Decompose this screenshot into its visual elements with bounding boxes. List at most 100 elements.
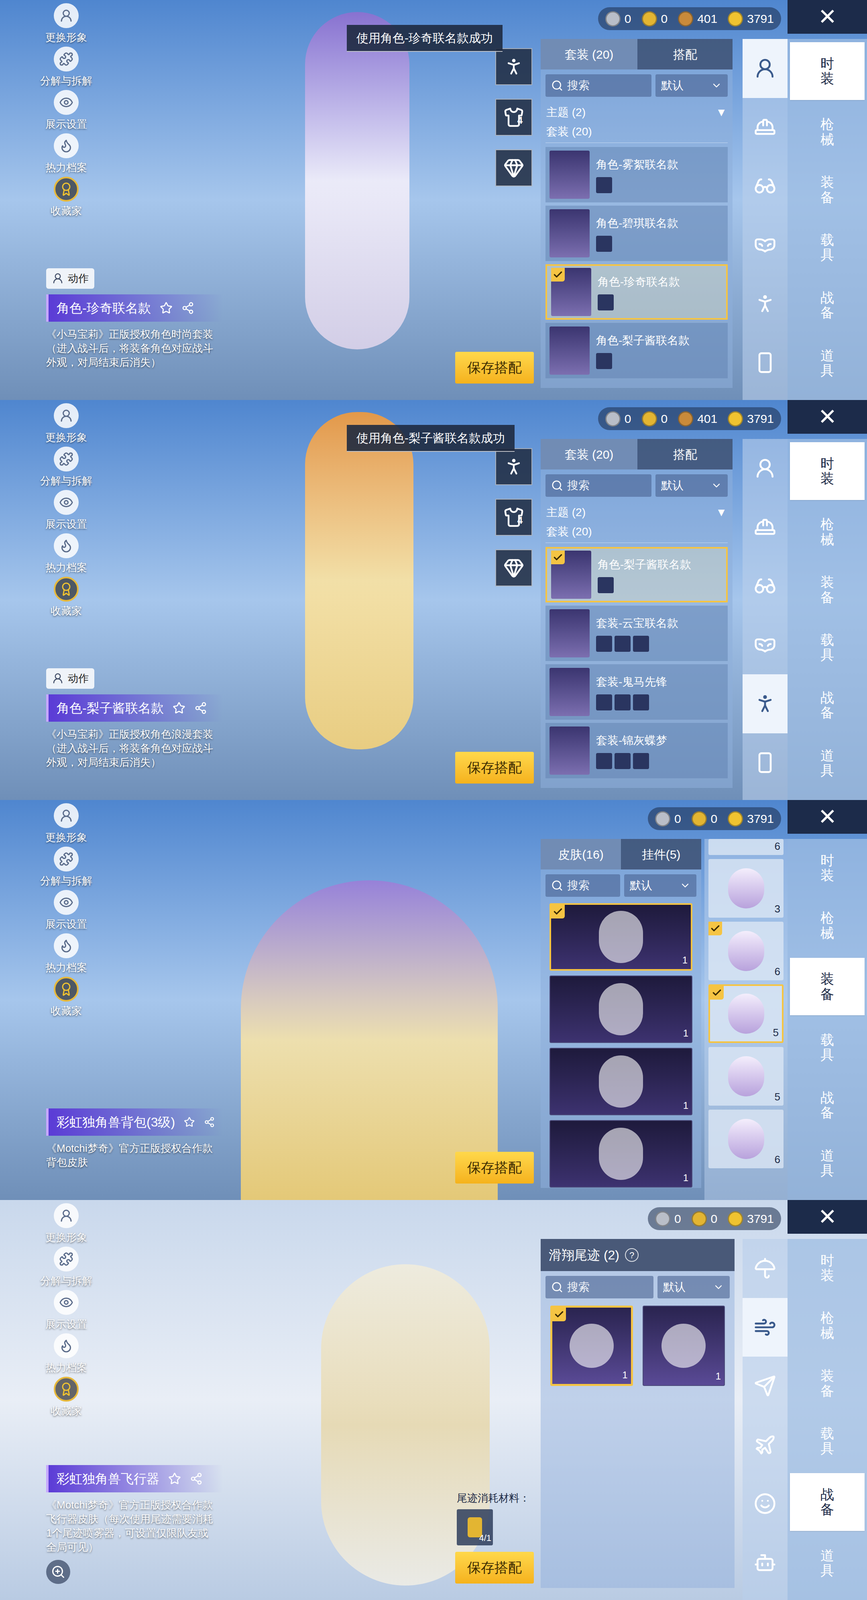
slot-tab[interactable]	[742, 615, 788, 675]
outfit-entry[interactable]: 角色-珍奇联名款	[545, 264, 728, 320]
close-button[interactable]: ✕	[787, 399, 867, 434]
category-tab[interactable]: 时装	[789, 441, 865, 500]
preview-area[interactable]: 使用角色-珍奇联名款成功4保存搭配	[224, 0, 541, 400]
list-tab[interactable]: 挂件(5)	[620, 838, 702, 870]
slot-tab[interactable]	[742, 274, 788, 334]
save-button[interactable]: 保存搭配	[455, 1550, 534, 1583]
close-button[interactable]: ✕	[787, 1199, 867, 1234]
category-tab[interactable]: 时装	[787, 838, 867, 897]
search-field[interactable]: 搜索	[545, 1275, 654, 1298]
slot-tab[interactable]	[742, 38, 788, 98]
outfit-entry[interactable]: 角色-雾絮联名款	[545, 146, 728, 203]
outfit-entry[interactable]: 套装-锦灰蝶梦	[545, 722, 728, 778]
share-icon[interactable]	[181, 301, 195, 315]
slot-tab[interactable]	[742, 438, 788, 498]
tool-button[interactable]	[495, 149, 533, 187]
close-button[interactable]: ✕	[787, 799, 867, 834]
side-menu-item[interactable]: 更换形象	[34, 1201, 99, 1246]
gear-slot[interactable]: 5	[708, 1046, 784, 1106]
slot-tab[interactable]	[742, 333, 788, 393]
category-tab[interactable]: 载具	[787, 1411, 867, 1470]
outfit-entry[interactable]: 角色-梨子酱联名款	[545, 322, 728, 379]
sort-dropdown[interactable]: 默认	[655, 474, 728, 497]
tool-button[interactable]	[495, 549, 533, 587]
zoom-button[interactable]	[46, 1558, 71, 1584]
list-tab[interactable]: 皮肤(16)	[540, 838, 621, 870]
side-menu-item[interactable]: 收藏家	[34, 575, 99, 619]
skin-card[interactable]: 1	[549, 974, 693, 1043]
outfit-entry[interactable]: 套装-鬼马先锋	[545, 663, 728, 720]
category-tab[interactable]: 时装	[787, 1238, 867, 1297]
side-menu-item[interactable]: 收藏家	[34, 1375, 99, 1419]
skin-card[interactable]: 1	[549, 1047, 693, 1115]
theme-filter[interactable]: 主题 (2)▼	[540, 501, 733, 524]
tool-button[interactable]: 4	[495, 498, 533, 536]
side-menu-item[interactable]: 展示设置	[34, 89, 99, 133]
side-menu-item[interactable]: 更换形象	[34, 801, 99, 846]
trail-card[interactable]: 1	[642, 1304, 726, 1386]
category-tab[interactable]: 道具	[787, 1133, 867, 1192]
category-tab[interactable]: 载具	[787, 218, 867, 277]
list-tab[interactable]: 套装 (20)	[540, 438, 638, 470]
slot-tab[interactable]	[742, 732, 788, 792]
side-menu-item[interactable]: 热力档案	[34, 932, 99, 976]
category-tab[interactable]: 道具	[787, 1533, 867, 1592]
slot-tab[interactable]	[742, 1355, 788, 1415]
category-tab[interactable]: 枪械	[787, 896, 867, 955]
side-menu-item[interactable]: 展示设置	[34, 488, 99, 533]
action-button[interactable]: 动作	[46, 268, 95, 289]
list-tab[interactable]: 搭配	[637, 38, 733, 70]
side-menu-item[interactable]: 收藏家	[34, 975, 99, 1019]
share-icon[interactable]	[194, 701, 208, 715]
category-tab[interactable]: 战备	[787, 675, 867, 734]
gear-slot[interactable]: 3	[708, 858, 784, 918]
help-button[interactable]: ?	[624, 1247, 639, 1262]
gear-slot[interactable]: 6	[708, 1109, 784, 1168]
slot-tab[interactable]	[742, 673, 788, 733]
save-button[interactable]: 保存搭配	[455, 351, 534, 384]
side-menu-item[interactable]: 热力档案	[34, 1331, 99, 1376]
skin-card[interactable]: 1	[549, 902, 693, 971]
slot-tab[interactable]	[742, 1238, 788, 1298]
gear-slot[interactable]: 5	[708, 983, 784, 1043]
tool-button[interactable]: 4	[495, 98, 533, 136]
side-menu-item[interactable]: 分解与拆解	[34, 445, 99, 489]
preview-area[interactable]: 使用角色-梨子酱联名款成功4保存搭配	[224, 399, 541, 800]
search-field[interactable]: 搜索	[545, 873, 621, 897]
category-tab[interactable]: 道具	[787, 733, 867, 792]
save-button[interactable]: 保存搭配	[455, 1151, 534, 1183]
favorite-star-icon[interactable]	[168, 1471, 182, 1485]
category-tab[interactable]: 装备	[787, 560, 867, 619]
side-menu-item[interactable]: 分解与拆解	[34, 1245, 99, 1289]
side-menu-item[interactable]: 展示设置	[34, 888, 99, 933]
category-tab[interactable]: 枪械	[787, 103, 867, 161]
side-menu-item[interactable]: 更换形象	[34, 402, 99, 446]
favorite-star-icon[interactable]	[183, 1115, 195, 1128]
side-menu-item[interactable]: 热力档案	[34, 532, 99, 576]
side-menu-item[interactable]: 分解与拆解	[34, 845, 99, 889]
category-tab[interactable]: 载具	[787, 618, 867, 676]
category-tab[interactable]: 装备	[787, 1353, 867, 1412]
slot-tab[interactable]	[742, 497, 788, 557]
search-field[interactable]: 搜索	[545, 74, 652, 97]
list-tab[interactable]: 搭配	[637, 438, 733, 470]
category-tab[interactable]: 时装	[789, 42, 865, 100]
save-button[interactable]: 保存搭配	[455, 751, 534, 784]
share-icon[interactable]	[189, 1471, 203, 1485]
tool-button[interactable]	[495, 447, 533, 485]
outfit-entry[interactable]: 套装-云宝联名款	[545, 605, 728, 661]
gear-slot[interactable]: 6	[708, 921, 784, 980]
slot-tab[interactable]	[742, 1532, 788, 1592]
category-tab[interactable]: 装备	[789, 957, 865, 1016]
category-tab[interactable]: 战备	[787, 276, 867, 334]
category-tab[interactable]: 枪械	[787, 1296, 867, 1354]
category-tab[interactable]: 战备	[789, 1472, 865, 1531]
slot-tab[interactable]	[742, 215, 788, 275]
slot-tab[interactable]	[742, 97, 788, 157]
slot-tab[interactable]	[742, 1297, 788, 1357]
theme-filter[interactable]: 主题 (2)▼	[540, 101, 733, 124]
favorite-star-icon[interactable]	[159, 301, 173, 315]
skin-card[interactable]: 1	[549, 1119, 693, 1187]
close-button[interactable]: ✕	[787, 0, 867, 34]
favorite-star-icon[interactable]	[172, 701, 186, 715]
